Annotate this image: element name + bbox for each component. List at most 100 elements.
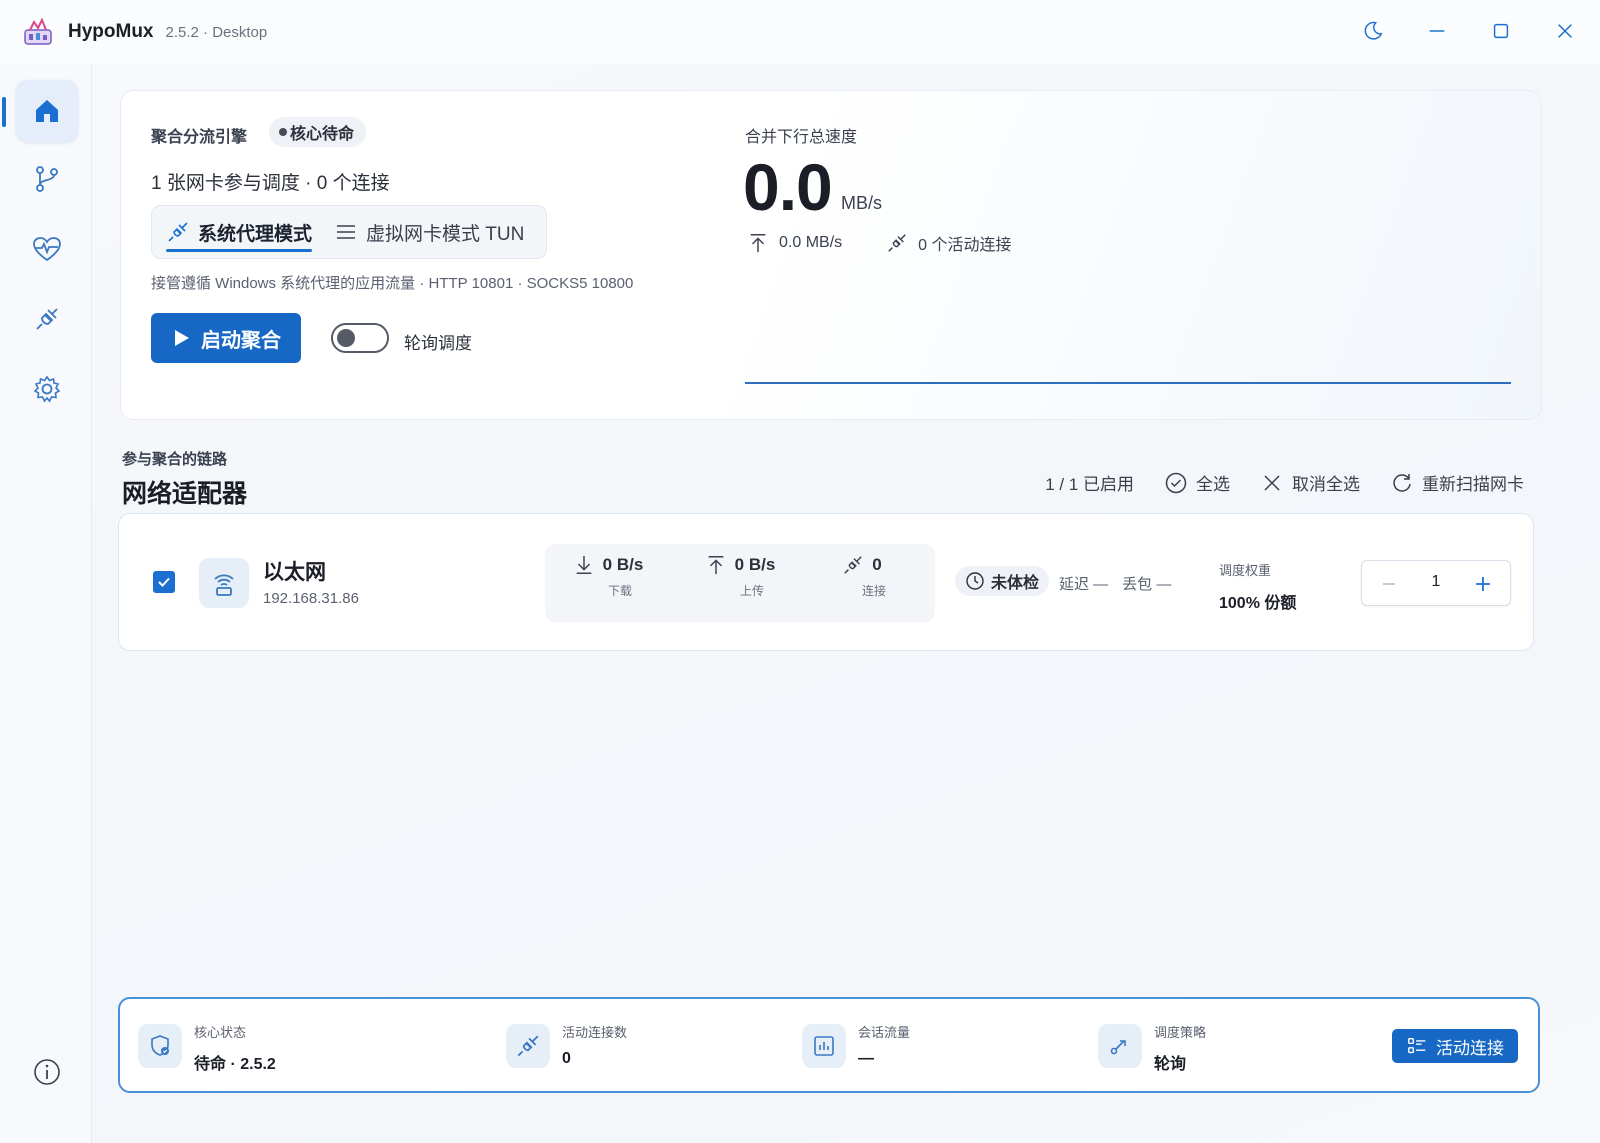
- section-subtitle: 参与聚合的链路: [122, 451, 228, 468]
- maximize-icon: [1493, 23, 1509, 39]
- route-icon-tile: [1098, 1024, 1142, 1068]
- gear-icon: [33, 375, 61, 403]
- packet-loss: 丢包 —: [1122, 576, 1172, 593]
- adapter-checkbox[interactable]: [153, 571, 175, 593]
- plug-icon: [517, 1035, 539, 1057]
- speed-graph-line: [745, 382, 1511, 384]
- select-all-button[interactable]: 全选: [1164, 470, 1230, 495]
- rescan-button[interactable]: 重新扫描网卡: [1390, 470, 1524, 495]
- download-label: 下载: [607, 584, 632, 598]
- minimize-icon: [1429, 30, 1445, 32]
- engine-status-text: 核心待命: [290, 126, 355, 143]
- nav-health[interactable]: [16, 218, 78, 280]
- stat-download: 0 B/s 下载: [553, 554, 663, 599]
- nav-active-indicator: [2, 97, 6, 127]
- plus-icon: [1476, 577, 1490, 591]
- active-conns-value: 0: [562, 1050, 571, 1067]
- app-version: 2.5.2 · Desktop: [165, 23, 268, 41]
- speed-label: 合并下行总速度: [745, 129, 858, 146]
- nav-routing[interactable]: [16, 148, 78, 210]
- arrow-down-icon: [576, 555, 592, 574]
- nav-settings[interactable]: [16, 358, 78, 420]
- weight-label: 调度权重: [1219, 563, 1272, 578]
- chart-icon-tile: [802, 1024, 846, 1068]
- weight-increment-button[interactable]: [1468, 569, 1498, 599]
- health-check-badge[interactable]: 未体检: [955, 566, 1050, 596]
- tab-tun[interactable]: 虚拟网卡模式 TUN: [334, 210, 524, 254]
- ethernet-icon: [214, 574, 234, 596]
- stat-upload: 0 B/s 上传: [685, 554, 795, 599]
- refresh-icon: [1393, 473, 1411, 492]
- adapter-actions: 1 / 1 已启用 全选 取消全选 重新扫描网卡: [1045, 470, 1524, 495]
- core-status-value: 待命 · 2.5.2: [194, 1056, 276, 1073]
- info-icon: [34, 1059, 60, 1085]
- bar-chart-icon: [814, 1036, 834, 1056]
- download-value: 0 B/s: [602, 555, 644, 574]
- latency: 延迟 —: [1059, 576, 1109, 593]
- arrow-up-icon: [708, 556, 724, 575]
- rescan-label: 重新扫描网卡: [1422, 475, 1524, 494]
- ethernet-icon-tile: [199, 558, 249, 608]
- shield-icon-tile: [138, 1024, 182, 1068]
- adapter-stats: 0 B/s 下载 0 B/s 上传 0 连接: [545, 544, 935, 622]
- play-icon: [175, 330, 189, 346]
- active-connections-button[interactable]: 活动连接: [1392, 1029, 1518, 1063]
- engine-summary: 1 张网卡参与调度 · 0 个连接: [151, 173, 390, 194]
- health-status: 未体检: [991, 575, 1040, 592]
- mode-description: 接管遵循 Windows 系统代理的应用流量 · HTTP 10801 · SO…: [151, 275, 634, 292]
- nav-about[interactable]: [16, 1041, 78, 1103]
- health-metrics: 延迟 — 丢包 —: [1059, 573, 1171, 594]
- deselect-all-button[interactable]: 取消全选: [1260, 470, 1360, 495]
- weight-share: 100% 份额: [1219, 595, 1297, 612]
- deselect-all-label: 取消全选: [1292, 475, 1360, 494]
- plug-icon: [888, 234, 906, 252]
- upload-label: 上传: [739, 584, 764, 598]
- close-icon: [1558, 24, 1572, 38]
- nav-connections[interactable]: [16, 288, 78, 350]
- select-all-label: 全选: [1196, 475, 1230, 494]
- close-button[interactable]: [1548, 14, 1582, 48]
- home-icon: [36, 100, 58, 122]
- tab-system-proxy[interactable]: 系统代理模式: [166, 210, 313, 254]
- adapter-name: 以太网: [263, 561, 326, 584]
- list-icon: [337, 225, 356, 239]
- moon-icon: [1364, 21, 1383, 40]
- active-conns-label: 活动连接数: [562, 1025, 628, 1040]
- theme-toggle-button[interactable]: [1356, 14, 1390, 48]
- plug-icon: [844, 556, 863, 574]
- engine-label: 聚合分流引擎: [151, 129, 248, 146]
- active-connections: 0 个活动连接: [918, 237, 1012, 254]
- app-name: HypoMux: [68, 21, 154, 42]
- maximize-button[interactable]: [1484, 14, 1518, 48]
- session-traffic-label: 会话流量: [858, 1025, 911, 1040]
- window-controls: [1356, 14, 1582, 48]
- checkmark-icon: [158, 577, 170, 587]
- upload-summary: 0.0 MB/s 0 个活动连接: [747, 231, 1012, 255]
- tab-label: 虚拟网卡模式 TUN: [366, 223, 525, 245]
- minimize-button[interactable]: [1420, 14, 1454, 48]
- enabled-count: 1 / 1 已启用: [1045, 475, 1134, 494]
- clock-icon: [966, 572, 984, 590]
- connections-label: 连接: [861, 584, 886, 598]
- strategy-label: 调度策略: [1154, 1025, 1207, 1040]
- title-bar: HypoMux 2.5.2 · Desktop: [0, 0, 1600, 64]
- status-dot: [279, 128, 287, 136]
- mode-tabs: 系统代理模式 虚拟网卡模式 TUN: [151, 205, 547, 259]
- adapter-row: 以太网 192.168.31.86 0 B/s 下载 0 B/s 上传 0 连接…: [118, 513, 1534, 651]
- heartbeat-icon: [33, 237, 61, 262]
- list-icon: [1408, 1037, 1426, 1054]
- app-logo-icon: [24, 17, 52, 45]
- plug-icon-tile: [506, 1024, 550, 1068]
- session-traffic-value: —: [858, 1050, 874, 1067]
- strategy-value: 轮询: [1154, 1056, 1187, 1073]
- start-aggregation-button[interactable]: 启动聚合: [151, 313, 301, 363]
- round-robin-toggle[interactable]: [331, 323, 389, 353]
- upload-value: 0 B/s: [734, 555, 776, 574]
- close-icon: [1264, 474, 1280, 491]
- core-status-label: 核心状态: [194, 1025, 247, 1040]
- nav-home[interactable]: [16, 80, 78, 142]
- section-title: 网络适配器: [122, 480, 248, 508]
- start-label: 启动聚合: [201, 329, 281, 352]
- arrow-up-icon: [750, 234, 766, 253]
- toggle-knob: [337, 329, 355, 347]
